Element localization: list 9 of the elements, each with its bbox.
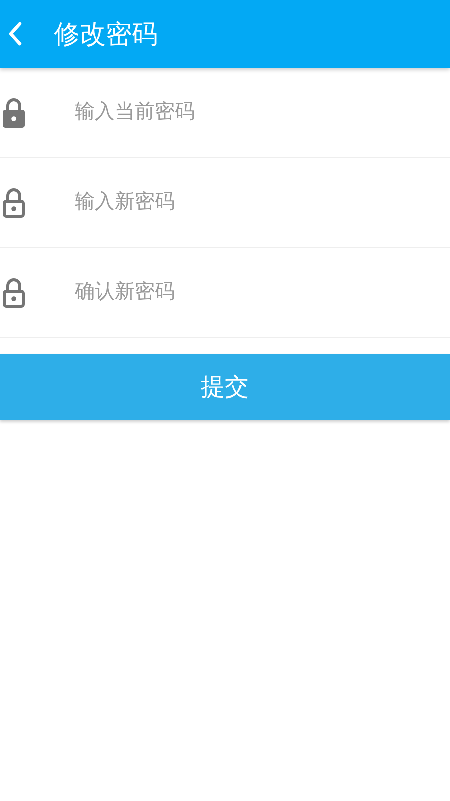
password-field[interactable]: 输入新密码	[75, 185, 415, 220]
password-field[interactable]: 确认新密码	[75, 275, 415, 310]
back-icon[interactable]	[8, 22, 22, 46]
submit-button[interactable]: 提交	[0, 354, 450, 420]
screen-title: 修改密码	[54, 18, 158, 52]
password-field[interactable]: 输入当前密码	[75, 95, 415, 130]
lock-icon	[3, 188, 25, 218]
lock-icon	[3, 98, 25, 128]
lock-icon	[3, 278, 25, 308]
